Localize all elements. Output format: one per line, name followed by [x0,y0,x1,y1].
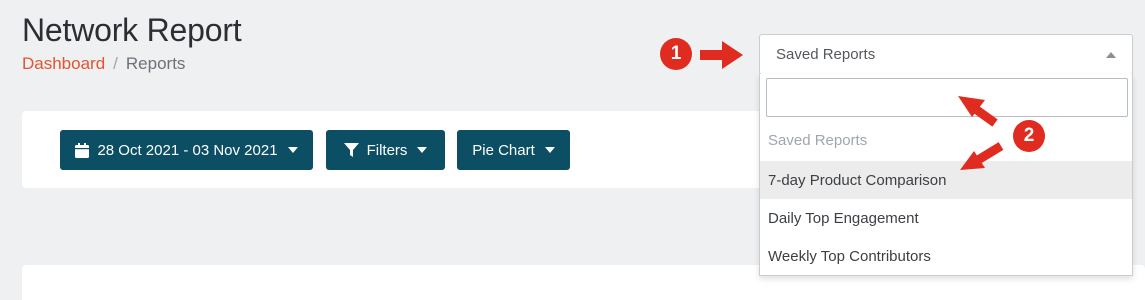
saved-reports-select[interactable]: Saved Reports [759,34,1133,75]
saved-reports-group-label: Saved Reports [768,132,868,149]
breadcrumb-separator: / [113,54,118,73]
filter-icon [343,142,359,157]
filters-label: Filters [366,141,408,159]
caret-down-icon [287,147,298,153]
calendar-icon [75,142,90,158]
filters-button[interactable]: Filters [326,130,445,170]
page-title: Network Report [22,12,242,48]
breadcrumb-current: Reports [125,54,186,73]
callout-step-2-badge: 2 [1013,120,1045,152]
date-range-label: 28 Oct 2021 - 03 Nov 2021 [97,141,278,159]
chart-type-label: Pie Chart [472,141,535,159]
caret-down-icon [417,147,428,153]
arrow-right-icon [700,41,743,69]
chart-type-button[interactable]: Pie Chart [457,130,570,170]
breadcrumb-dashboard-link[interactable]: Dashboard [22,54,105,74]
saved-report-option[interactable]: Weekly Top Contributors [760,237,1132,275]
saved-reports-search-input[interactable] [766,78,1128,117]
saved-report-option[interactable]: 7-day Product Comparison [760,161,1132,199]
saved-reports-dropdown: Saved Reports 7-day Product Comparison D… [759,74,1133,276]
saved-report-option[interactable]: Daily Top Engagement [760,199,1132,237]
caret-up-icon [1106,52,1116,58]
toolbar-card: 28 Oct 2021 - 03 Nov 2021 Filters Pie Ch… [22,111,782,188]
callout-step-1-badge: 1 [660,38,692,70]
network-report-page: Network Report Dashboard / Reports 28 Oc… [0,0,1145,300]
date-range-button[interactable]: 28 Oct 2021 - 03 Nov 2021 [60,130,313,170]
caret-down-icon [544,147,555,153]
breadcrumb: Dashboard / Reports [22,54,185,74]
saved-reports-selected-label: Saved Reports [776,46,876,63]
